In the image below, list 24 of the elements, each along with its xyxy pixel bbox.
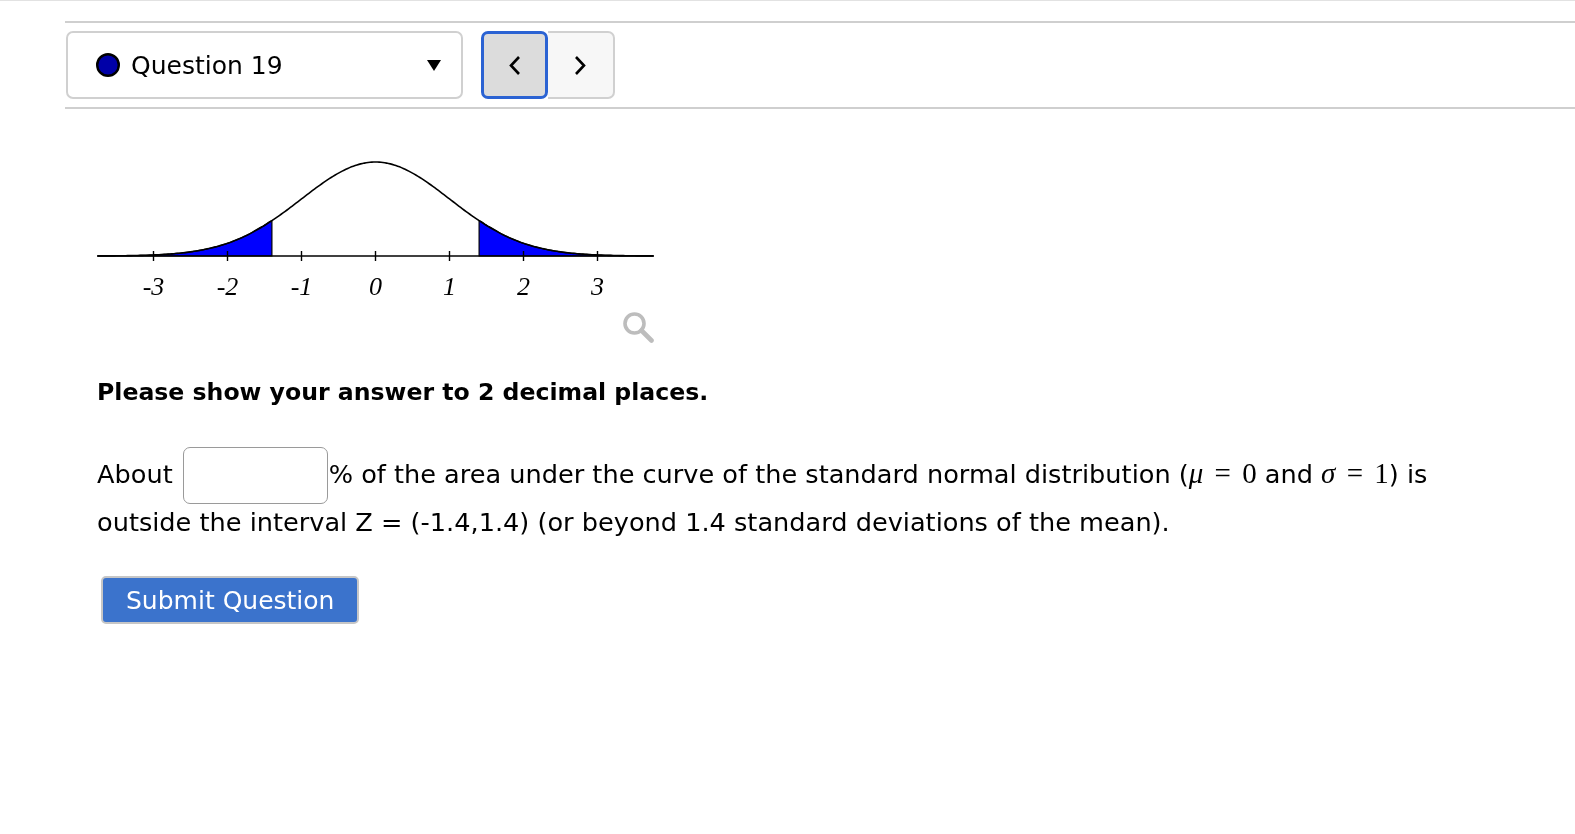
tick-label: 0 — [369, 272, 382, 301]
magnifier-icon[interactable] — [622, 311, 654, 343]
tick-label: -1 — [290, 272, 313, 301]
tick-label: 3 — [591, 272, 604, 301]
question-text: About — [97, 458, 173, 489]
math-expression: μ = 0 — [1188, 456, 1257, 489]
tick-label: 2 — [517, 272, 530, 301]
tick-label: -3 — [142, 272, 165, 301]
question-text: ) is — [1388, 458, 1428, 489]
instruction-text: Please show your answer to 2 decimal places. — [97, 377, 709, 407]
previous-button[interactable] — [481, 31, 548, 99]
tick-label: -2 — [216, 272, 239, 301]
question-selector[interactable]: Question 19 — [66, 31, 463, 99]
question-text: % of the area under the curve of the standard normal distribution ( — [328, 458, 1189, 489]
question-text: and — [1263, 458, 1314, 489]
chevron-right-icon — [574, 54, 587, 76]
submit-button[interactable]: Submit Question — [101, 576, 360, 624]
chevron-left-icon — [508, 54, 521, 76]
question-text: outside the interval Z = (-1.4,1.4) (or beyond 1.4 standard deviations of the mean). — [97, 507, 1170, 537]
math-expression: σ = 1 — [1321, 456, 1389, 489]
caret-icon — [427, 59, 441, 71]
tick-label: 1 — [443, 272, 456, 301]
question-title: Question 19 — [131, 50, 284, 80]
answer-field[interactable] — [182, 447, 328, 504]
